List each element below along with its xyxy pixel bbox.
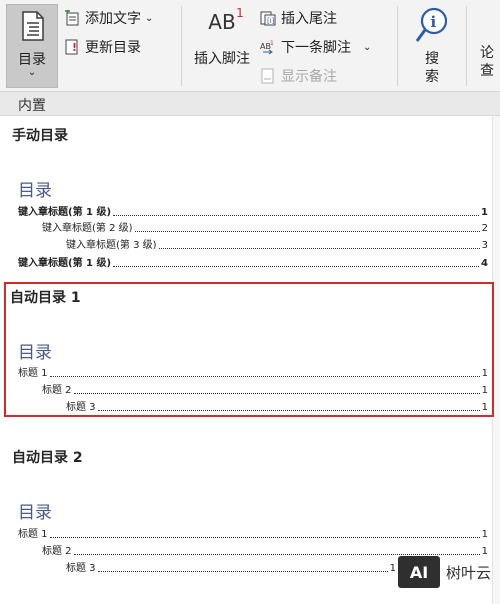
next-footnote-button[interactable]: AB 1 下一条脚注 ⌄ [260,37,371,57]
manual-toc-title: 手动目录 [12,128,68,144]
ribbon-separator [466,6,467,86]
toc-entry: 标题 21 [42,546,488,557]
toc-gallery-dropdown: 内置 手动目录 目录 键入章标题(第 1 级) 1 键入章标题(第 2 级) 2 键… [0,92,500,604]
manual-toc-heading: 目录 [18,181,52,201]
update-toc-button[interactable]: ! 更新目录 [64,37,141,57]
gallery-header-label: 内置 [18,98,46,114]
search-button[interactable]: i 搜 索 [410,6,454,86]
update-toc-icon: ! [64,39,80,55]
ribbon-separator [181,6,182,86]
search-info-icon: i [414,6,450,50]
ribbon-separator [397,6,398,86]
search-label-1: 搜 [425,51,439,67]
watermark: AI 树叶云 [398,556,491,588]
insert-endnote-label: 插入尾注 [281,11,337,27]
auto-toc-2-heading: 目录 [18,503,52,523]
toc-entry: 键入章标题(第 3 级) 3 [66,240,488,251]
toc-entry: 标题 31 [66,563,396,574]
svg-text:!: ! [72,41,77,54]
add-text-icon [64,10,80,26]
partial-label-2: 查 [480,63,494,79]
add-text-button[interactable]: 添加文字 ⌄ [64,8,153,28]
watermark-text: 树叶云 [446,563,492,582]
svg-text:[i]: [i] [267,17,275,25]
toc-entry: 标题 31 [66,402,488,413]
toc-entry: 标题 21 [42,385,488,396]
toc-document-icon [20,11,46,45]
toc-button[interactable]: 目录 ⌄ [6,4,58,88]
search-label-2: 索 [425,69,439,85]
footnote-ab-icon: AB 1 [208,6,244,34]
svg-text:1: 1 [270,40,274,47]
gallery-header: 内置 [0,92,500,116]
insert-footnote-button[interactable]: AB 1 插入脚注 [190,6,254,68]
toc-entry: 键入章标题(第 2 级) 2 [42,223,488,234]
show-notes-label: 显示备注 [281,69,337,85]
add-text-label: 添加文字 [85,11,141,27]
next-footnote-label: 下一条脚注 [281,40,351,56]
auto-toc-2-title: 自动目录 2 [12,450,83,466]
toc-entry: 标题 11 [18,368,488,379]
update-toc-label: 更新目录 [85,40,141,56]
partial-label-1: 论 [480,45,494,61]
toc-entry: 键入章标题(第 1 级) 4 [18,258,488,269]
references-ribbon: 目录 ⌄ 添加文字 ⌄ ! 更新目录 AB 1 插入脚注 [i] 插入尾注 AB… [0,0,500,92]
partial-ribbon-button[interactable]: 论 查 [474,44,500,80]
chevron-down-icon: ⌄ [27,67,37,78]
auto-toc-1-title: 自动目录 1 [10,290,81,306]
show-notes-button[interactable]: 显示备注 [260,66,337,86]
watermark-logo: AI [398,556,440,588]
toc-entry: 标题 11 [18,529,488,540]
chevron-down-icon: ⌄ [145,12,154,24]
next-footnote-icon: AB 1 [260,39,276,55]
show-notes-icon [260,68,276,84]
toc-entry: 键入章标题(第 1 级) 1 [18,207,488,218]
chevron-down-icon: ⌄ [363,41,372,53]
insert-endnote-icon: [i] [260,10,276,26]
auto-toc-1-heading: 目录 [18,343,52,363]
toc-button-label: 目录 [18,52,46,68]
insert-endnote-button[interactable]: [i] 插入尾注 [260,8,337,28]
insert-footnote-label: 插入脚注 [194,51,250,67]
svg-text:i: i [431,13,437,31]
